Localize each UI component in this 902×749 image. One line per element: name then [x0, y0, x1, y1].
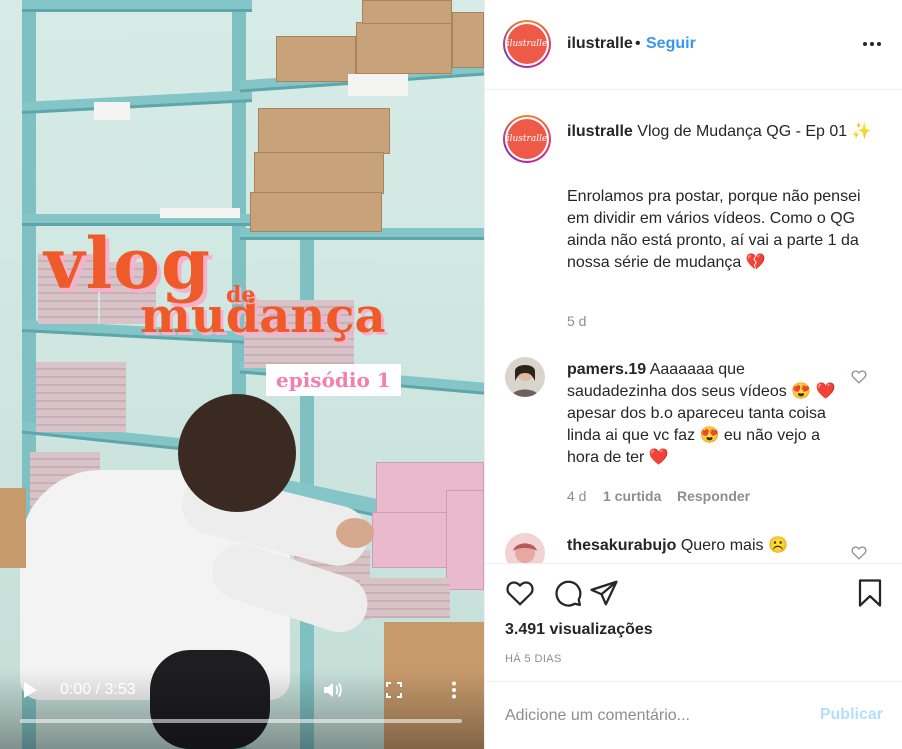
publish-button[interactable]: Publicar: [820, 706, 883, 724]
comment-icon: [555, 580, 582, 607]
shelf-label: [94, 102, 130, 120]
author-avatar-image: ilustralle: [507, 24, 547, 64]
post-actions: 3.491 visualizações HÁ 5 DIAS: [485, 563, 902, 681]
fullscreen-icon-graphic: [386, 682, 402, 698]
caption-avatar-ring: ilustralle: [505, 117, 549, 161]
caption-avatar[interactable]: ilustralle: [503, 115, 551, 163]
box: [452, 12, 484, 68]
dot: [863, 42, 867, 46]
video-player[interactable]: vlog mudança de episódio 1 0:00 / 3:53: [0, 0, 484, 749]
heart-outline-icon: [851, 370, 867, 384]
box: [276, 36, 356, 82]
caption-header: ilustralle Vlog de Mudança QG - Ep 01 ✨: [567, 121, 877, 143]
reply-button[interactable]: Responder: [677, 488, 750, 504]
pink-box: [446, 490, 484, 590]
video-time: 0:00 / 3:53: [60, 681, 136, 698]
comment-time: 4 d: [567, 488, 587, 504]
comment-text-block: thesakurabujo Quero mais ☹️: [567, 535, 837, 557]
dot: [870, 42, 874, 46]
volume-icon-graphic: [324, 682, 342, 698]
commenter-avatar[interactable]: [505, 357, 545, 397]
caption-title: Vlog de Mudança QG - Ep 01 ✨: [637, 123, 872, 140]
comment-bubble-icon[interactable]: [553, 578, 583, 608]
comment-likes[interactable]: 1 curtida: [603, 488, 661, 504]
view-count[interactable]: 3.491 visualizações: [505, 621, 653, 639]
author-avatar[interactable]: ilustralle: [503, 20, 551, 68]
box: [250, 192, 382, 232]
author-logo: ilustralle: [506, 39, 548, 49]
overlay-title-mudanca: mudança: [140, 288, 386, 344]
bookmark-icon: [858, 579, 882, 607]
commenter-avatar-image: [505, 357, 545, 397]
add-comment-bar: Publicar: [485, 681, 902, 749]
dot: [877, 42, 881, 46]
person-hand: [336, 518, 374, 548]
more-horizontal-icon[interactable]: [863, 37, 887, 51]
caption-username[interactable]: ilustralle: [567, 123, 633, 140]
shelf-label: [160, 208, 240, 218]
author-username[interactable]: ilustralle: [567, 35, 633, 53]
video-progress-bar[interactable]: [20, 719, 462, 723]
box: [362, 0, 452, 24]
caption-logo: ilustralle: [506, 134, 548, 144]
person-head: [178, 394, 296, 512]
instagram-post-modal: vlog mudança de episódio 1 0:00 / 3:53 i…: [0, 0, 902, 749]
post-side-panel: ilustralle ilustralle • Seguir ilustrall…: [484, 0, 902, 749]
overlay-title-episode: episódio 1: [266, 364, 401, 396]
box: [356, 22, 452, 74]
more-vertical-icon[interactable]: [444, 680, 466, 700]
author-avatar-ring: ilustralle: [505, 22, 549, 66]
shelf-label: [348, 74, 408, 96]
box: [258, 108, 390, 154]
comment-username[interactable]: pamers.19: [567, 361, 646, 378]
volume-icon[interactable]: [322, 680, 344, 700]
share-paper-plane-icon[interactable]: [589, 578, 619, 608]
comment-username[interactable]: thesakurabujo: [567, 537, 676, 554]
post-header: ilustralle ilustralle • Seguir: [485, 0, 902, 90]
box: [254, 152, 384, 194]
like-comment-heart-icon[interactable]: [851, 369, 867, 384]
save-bookmark-icon[interactable]: [855, 578, 885, 608]
pink-box: [372, 512, 448, 568]
posted-time: HÁ 5 DIAS: [505, 653, 562, 665]
header-separator: •: [635, 35, 641, 52]
stack: [36, 362, 126, 432]
follow-button[interactable]: Seguir: [646, 35, 696, 53]
comment-input[interactable]: [505, 702, 805, 730]
comments-list[interactable]: ilustralle ilustralle Vlog de Mudança QG…: [485, 91, 902, 563]
comment-text-block: pamers.19 Aaaaaaa que saudadezinha dos s…: [567, 359, 837, 469]
paper-plane-icon: [590, 580, 618, 606]
heart-outline-icon: [506, 581, 534, 606]
overlay-title-de: de: [226, 282, 256, 308]
more-vertical-icon-graphic: [452, 681, 456, 699]
commenter-avatar[interactable]: [505, 533, 545, 563]
caption-body: Enrolamos pra postar, porque não pensei …: [567, 188, 861, 271]
shelf: [22, 0, 252, 12]
cardboard: [0, 488, 26, 568]
fullscreen-icon[interactable]: [384, 680, 406, 700]
play-icon[interactable]: [22, 680, 40, 700]
stack: [360, 578, 450, 618]
like-heart-icon[interactable]: [505, 578, 535, 608]
like-comment-heart-icon[interactable]: [851, 545, 867, 560]
heart-outline-icon: [851, 546, 867, 560]
caption-avatar-image: ilustralle: [507, 119, 547, 159]
comment-text: Quero mais ☹️: [680, 537, 788, 554]
caption-time: 5 d: [567, 313, 587, 329]
commenter-avatar-image: [505, 533, 545, 563]
